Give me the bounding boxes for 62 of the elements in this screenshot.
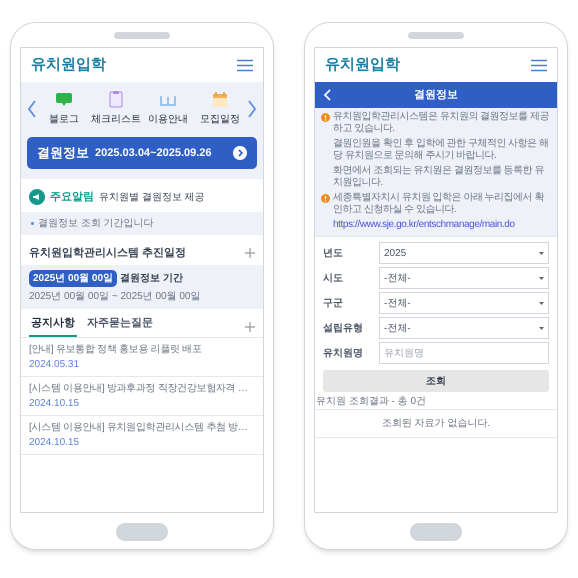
arrow-circle-icon [233, 146, 247, 160]
chevron-right-icon[interactable] [247, 100, 257, 118]
dropdown-icon [539, 302, 544, 304]
notice-text: 유치원입학관리시스템은 유치원의 결원정보를 제공하고 있습니다. [333, 111, 550, 135]
field-label: 구군 [323, 296, 344, 310]
alert-title: 유치원별 결원정보 제공 [99, 190, 205, 205]
schedule-label: 결원정보 기간 [120, 272, 183, 286]
blog-icon[interactable] [54, 90, 74, 108]
warning-icon [321, 194, 330, 203]
field-label: 년도 [323, 246, 344, 260]
plus-icon[interactable] [245, 322, 255, 332]
calendar-icon[interactable] [210, 90, 230, 108]
plus-icon[interactable] [245, 248, 255, 258]
warning-icon [321, 113, 330, 122]
post-item[interactable]: [안내] 유보통합 정책 홍보용 리플릿 배포 2024.05.31 [21, 338, 263, 376]
notice-link[interactable]: https://www.sje.go.kr/entschmanage/main.do [333, 219, 551, 231]
field-label: 시도 [323, 272, 344, 286]
menu-icon[interactable] [531, 58, 547, 72]
banner-dates: 2025.03.04~2025.09.26 [95, 146, 213, 161]
menu-label[interactable]: 체크리스트 [91, 112, 141, 127]
home-button[interactable] [116, 523, 168, 541]
chevron-left-icon[interactable] [27, 100, 37, 118]
notice-text: 세종특별자치시 유치원 입학은 아래 누리집에서 확인하고 신청하실 수 있습니다. [333, 192, 546, 216]
dropdown-icon [539, 252, 544, 254]
post-item[interactable]: [시스템 이용안내] 방과후과정 직장건강보험자격 … 2024.10.15 [21, 376, 263, 416]
section-title: 유치원입학관리시스템 추진일정 [29, 246, 186, 260]
tab[interactable]: 자주묻는질문 [85, 315, 155, 336]
banner-title: 결원정보 [37, 144, 89, 162]
menu-icon[interactable] [237, 58, 253, 72]
select-field[interactable]: -전체- [379, 292, 549, 314]
banner-button[interactable]: 결원정보 2025.03.04~2025.09.26 [27, 137, 257, 169]
field-label: 설립유형 [323, 322, 364, 336]
date-badge: 2025년 00월 00일 [29, 270, 118, 287]
schedule-range: 2025년 00월 00일 ~ 2025년 00월 00일 [29, 290, 202, 304]
notice-text: 화면에서 조회되는 유치원은 결원정보를 등록한 유치원입니다. [333, 165, 545, 189]
page-title: 결원정보 [414, 88, 458, 103]
back-icon[interactable] [323, 89, 331, 101]
speaker-icon [114, 32, 170, 39]
select-field[interactable]: 2025 [379, 242, 549, 264]
dropdown-icon [539, 276, 544, 280]
menu-label[interactable]: 블로그 [49, 112, 79, 127]
input-field[interactable]: 유치원명 [379, 342, 549, 364]
result-summary: 유치원 조회결과 - 총 0건 [315, 394, 557, 410]
empty-message: 조회된 자료가 없습니다. [315, 410, 557, 438]
alert-item: 결원정보 조회 기간입니다 [38, 216, 154, 230]
dropdown-icon [539, 326, 544, 330]
field-label: 유치원명 [323, 346, 364, 360]
tab[interactable]: 공지사항 [29, 315, 77, 336]
post-item[interactable]: [시스템 이용안내] 유치원입학관리시스템 추첨 방… 2024.10.15 [21, 416, 263, 454]
megaphone-icon [29, 189, 45, 206]
logo[interactable]: 유치원입학 [31, 54, 106, 76]
speaker-icon [408, 32, 464, 39]
select-field[interactable]: -전체- [379, 267, 549, 289]
search-button[interactable]: 조회 [323, 370, 549, 392]
menu-label[interactable]: 이용안내 [148, 112, 188, 127]
select-field[interactable]: -전체- [379, 317, 549, 339]
bullet-icon [31, 222, 34, 224]
logo[interactable]: 유치원입학 [325, 54, 400, 76]
alert-tag: 주요알림 [50, 189, 94, 206]
menu-label[interactable]: 모집일정 [200, 112, 240, 127]
home-button[interactable] [410, 523, 462, 541]
notice-text: 결원인원을 확인 후 입학에 관한 구체적인 사항은 해당 유치원으로 문의해 주시기 바랍니다. [333, 138, 550, 162]
